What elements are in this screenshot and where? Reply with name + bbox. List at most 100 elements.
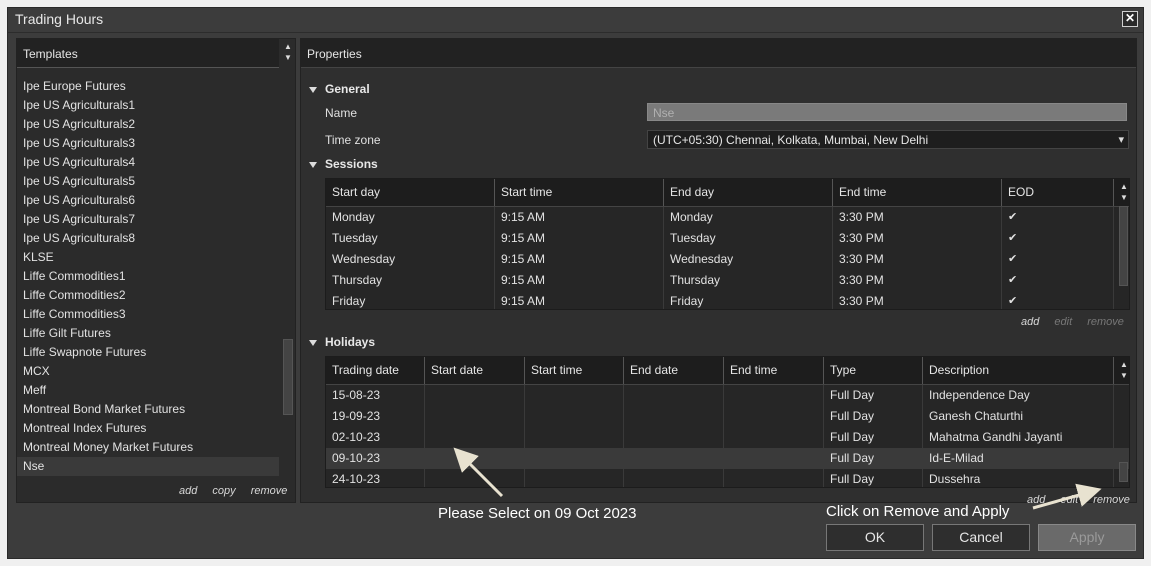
- scroll-up-icon[interactable]: ▲: [282, 41, 294, 52]
- template-item[interactable]: Liffe Gilt Futures: [17, 324, 279, 343]
- template-item[interactable]: Ipe US Agriculturals7: [17, 210, 279, 229]
- sessions-cell: 3:30 PM: [833, 249, 1002, 270]
- template-item[interactable]: Liffe Commodities2: [17, 286, 279, 305]
- sessions-column-header[interactable]: Start day: [326, 179, 495, 206]
- sessions-grid: Start day Start time End day End time EOD Mo…: [325, 178, 1130, 310]
- sessions-edit-link[interactable]: edit: [1054, 316, 1072, 328]
- holidays-remove-link[interactable]: remove: [1093, 494, 1130, 506]
- template-item[interactable]: Ipe US Agriculturals3: [17, 134, 279, 153]
- templates-actions: add copy remove: [167, 485, 287, 497]
- holidays-edit-link[interactable]: edit: [1060, 494, 1078, 506]
- template-item[interactable]: Liffe Commodities3: [17, 305, 279, 324]
- timezone-select[interactable]: (UTC+05:30) Chennai, Kolkata, Mumbai, Ne…: [647, 130, 1129, 149]
- holidays-cell: [624, 406, 724, 427]
- sessions-scroll-arrows[interactable]: ▲ ▼: [1118, 181, 1130, 203]
- template-item[interactable]: Nse: [17, 457, 279, 476]
- sessions-section-toggle[interactable]: Sessions: [309, 157, 378, 171]
- template-item[interactable]: Liffe Commodities1: [17, 267, 279, 286]
- holidays-cell: [724, 427, 824, 448]
- eod-checkbox[interactable]: ✔: [1002, 291, 1114, 309]
- name-field[interactable]: Nse: [647, 103, 1127, 121]
- holidays-column-header[interactable]: Start time: [525, 357, 624, 384]
- holidays-scrollbar-thumb[interactable]: [1119, 462, 1128, 482]
- holidays-column-header[interactable]: Start date: [425, 357, 525, 384]
- template-item[interactable]: Montreal Bond Market Futures: [17, 400, 279, 419]
- sessions-add-link[interactable]: add: [1021, 316, 1039, 328]
- template-item[interactable]: MCX: [17, 362, 279, 381]
- holidays-row[interactable]: 15-08-23 Full Day Independence Day: [326, 385, 1129, 406]
- holidays-column-header[interactable]: End time: [724, 357, 824, 384]
- template-item[interactable]: Liffe Swapnote Futures: [17, 343, 279, 362]
- close-icon[interactable]: ✕: [1122, 11, 1138, 27]
- sessions-column-header[interactable]: Start time: [495, 179, 664, 206]
- templates-copy-link[interactable]: copy: [212, 485, 235, 497]
- templates-panel: Templates ▲ ▼ Ipe Europe Futures Ipe US A…: [16, 38, 296, 503]
- sessions-remove-link[interactable]: remove: [1087, 316, 1124, 328]
- sessions-column-header[interactable]: End time: [833, 179, 1002, 206]
- eod-checkbox[interactable]: ✔: [1002, 270, 1114, 291]
- holidays-cell: [624, 469, 724, 487]
- templates-scroll-arrows[interactable]: ▲ ▼: [282, 41, 294, 63]
- template-item[interactable]: Ipe US Agriculturals6: [17, 191, 279, 210]
- holidays-column-header[interactable]: Type: [824, 357, 923, 384]
- holidays-cell: [724, 385, 824, 406]
- template-item[interactable]: Ipe US Agriculturals8: [17, 229, 279, 248]
- templates-remove-link[interactable]: remove: [251, 485, 288, 497]
- sessions-row[interactable]: Wednesday 9:15 AM Wednesday 3:30 PM ✔: [326, 249, 1129, 270]
- template-item[interactable]: Ipe US Agriculturals5: [17, 172, 279, 191]
- template-item[interactable]: Montreal Money Market Futures: [17, 438, 279, 457]
- holidays-row[interactable]: 09-10-23 Full Day Id-E-Milad: [326, 448, 1129, 469]
- holidays-add-link[interactable]: add: [1027, 494, 1045, 506]
- select-hint-annotation: Please Select on 09 Oct 2023: [438, 505, 637, 522]
- holidays-row[interactable]: 19-09-23 Full Day Ganesh Chaturthi: [326, 406, 1129, 427]
- holidays-column-header[interactable]: End date: [624, 357, 724, 384]
- scroll-down-icon[interactable]: ▼: [1118, 370, 1130, 381]
- holidays-cell: [525, 448, 624, 469]
- template-item[interactable]: KLSE: [17, 248, 279, 267]
- template-item[interactable]: Ipe Europe Futures: [17, 77, 279, 96]
- sessions-cell: Tuesday: [664, 228, 833, 249]
- template-item[interactable]: Ipe US Agriculturals2: [17, 115, 279, 134]
- general-section-title: General: [325, 82, 370, 96]
- holidays-cell: [724, 469, 824, 487]
- scroll-down-icon[interactable]: ▼: [282, 52, 294, 63]
- general-section-toggle[interactable]: General: [309, 82, 370, 96]
- template-item[interactable]: Montreal Index Futures: [17, 419, 279, 438]
- holidays-cell: 15-08-23: [326, 385, 425, 406]
- ok-button[interactable]: OK: [826, 524, 924, 551]
- sessions-row[interactable]: Thursday 9:15 AM Thursday 3:30 PM ✔: [326, 270, 1129, 291]
- holidays-cell: [425, 448, 525, 469]
- collapse-triangle-icon: [309, 161, 317, 168]
- holidays-column-header[interactable]: Trading date: [326, 357, 425, 384]
- sessions-row[interactable]: Friday 9:15 AM Friday 3:30 PM ✔: [326, 291, 1129, 309]
- sessions-scrollbar-thumb[interactable]: [1119, 206, 1128, 286]
- eod-checkbox[interactable]: ✔: [1002, 207, 1114, 228]
- holidays-row[interactable]: 24-10-23 Full Day Dussehra: [326, 469, 1129, 487]
- sessions-column-header[interactable]: EOD: [1002, 179, 1114, 206]
- eod-checkbox[interactable]: ✔: [1002, 228, 1114, 249]
- holidays-scroll-arrows[interactable]: ▲ ▼: [1118, 359, 1130, 381]
- templates-add-link[interactable]: add: [179, 485, 197, 497]
- scroll-up-icon[interactable]: ▲: [1118, 181, 1130, 192]
- holidays-cell: [624, 427, 724, 448]
- apply-button[interactable]: Apply: [1038, 524, 1136, 551]
- sessions-row[interactable]: Monday 9:15 AM Monday 3:30 PM ✔: [326, 207, 1129, 228]
- holidays-section-title: Holidays: [325, 335, 376, 349]
- template-item[interactable]: Ipe US Agriculturals4: [17, 153, 279, 172]
- sessions-column-header[interactable]: End day: [664, 179, 833, 206]
- holidays-section-toggle[interactable]: Holidays: [309, 335, 375, 349]
- template-item[interactable]: Meff: [17, 381, 279, 400]
- templates-scrollbar-thumb[interactable]: [283, 339, 293, 415]
- sessions-cell: 9:15 AM: [495, 249, 664, 270]
- scroll-down-icon[interactable]: ▼: [1118, 192, 1130, 203]
- sessions-row[interactable]: Tuesday 9:15 AM Tuesday 3:30 PM ✔: [326, 228, 1129, 249]
- scroll-up-icon[interactable]: ▲: [1118, 359, 1130, 370]
- title-bar: Trading Hours ✕: [8, 8, 1143, 33]
- cancel-button[interactable]: Cancel: [932, 524, 1030, 551]
- eod-checkbox[interactable]: ✔: [1002, 249, 1114, 270]
- holidays-cell: [624, 385, 724, 406]
- holidays-column-header[interactable]: Description: [923, 357, 1114, 384]
- template-item[interactable]: Ipe US Agriculturals1: [17, 96, 279, 115]
- holidays-row[interactable]: 02-10-23 Full Day Mahatma Gandhi Jayanti: [326, 427, 1129, 448]
- holidays-cell: Full Day: [824, 448, 923, 469]
